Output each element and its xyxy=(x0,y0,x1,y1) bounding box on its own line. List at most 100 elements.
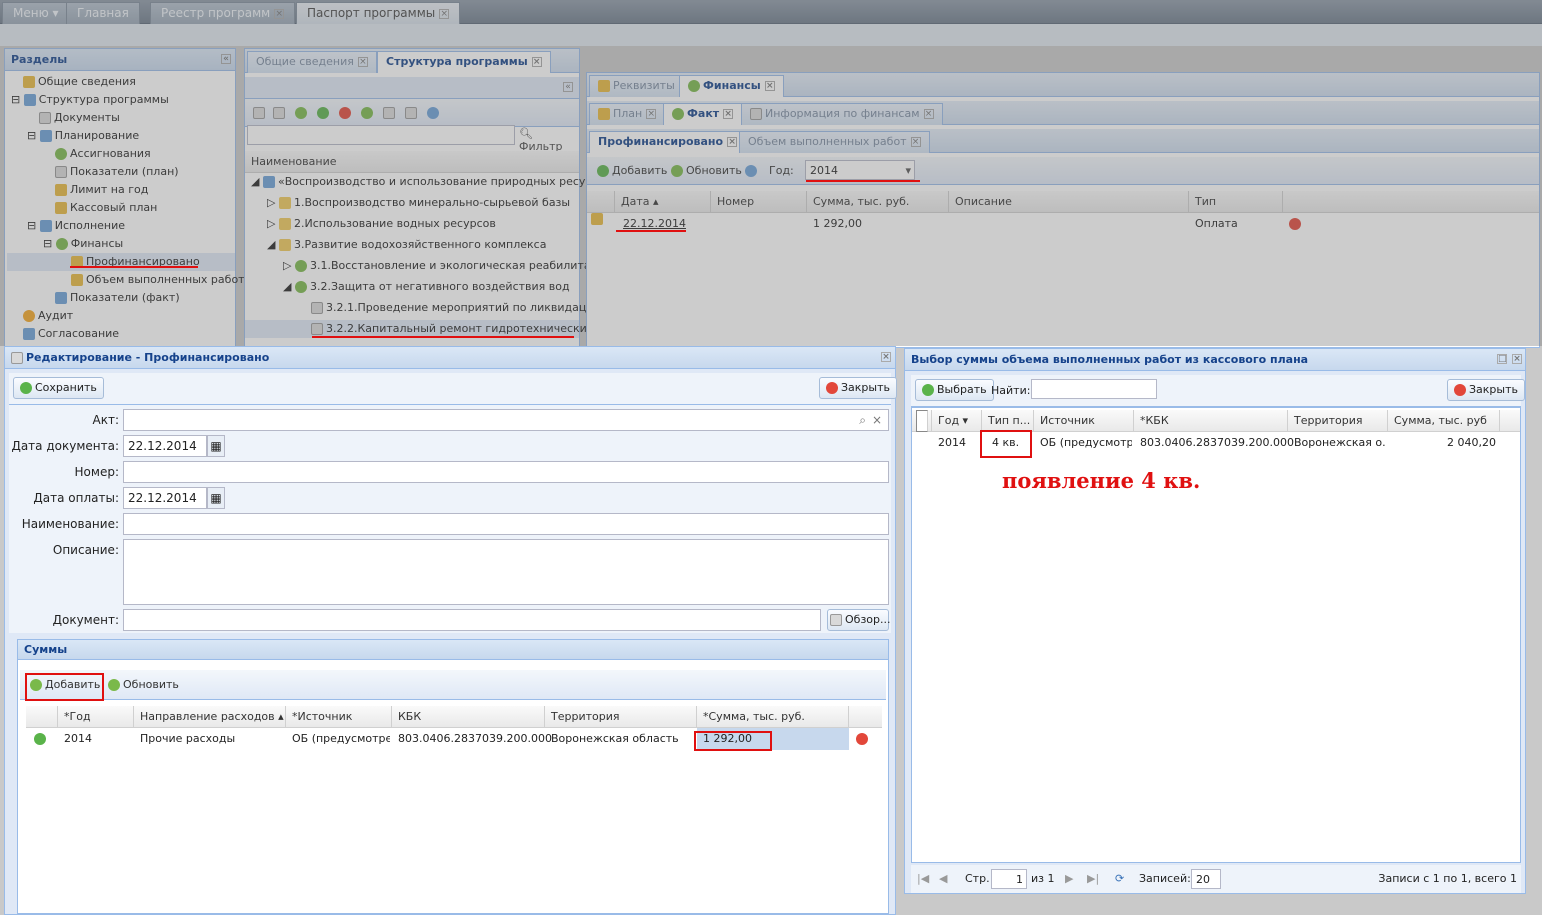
close-icon[interactable]: × xyxy=(764,81,775,91)
tab-fact[interactable]: Факт × xyxy=(663,103,743,125)
last-page-icon[interactable]: ▶| xyxy=(1087,865,1099,893)
first-page-icon[interactable]: |◀ xyxy=(917,865,929,893)
edit-icon[interactable] xyxy=(591,213,603,225)
tree-item-structure[interactable]: ⊟ Структура программы xyxy=(11,91,169,109)
delete-icon[interactable] xyxy=(339,107,351,119)
pay-date-field[interactable]: 22.12.2014 xyxy=(123,487,207,509)
tree-item-work-volume[interactable]: Объем выполненных работ xyxy=(71,271,245,289)
close-icon[interactable]: × xyxy=(910,137,921,147)
close-icon[interactable]: × xyxy=(274,8,285,19)
description-field[interactable] xyxy=(123,539,889,605)
close-icon[interactable]: × xyxy=(727,137,738,147)
structure-node[interactable]: ▷ 1.Воспроизводство минерально-сырьевой … xyxy=(267,194,570,212)
structure-node[interactable]: ◢ 3.2.Защита от негативного воздействия … xyxy=(283,278,570,296)
close-button[interactable]: Закрыть xyxy=(819,377,897,399)
calendar-icon[interactable]: ▦ xyxy=(207,487,225,509)
tree-item-allocations[interactable]: Ассигнования xyxy=(55,145,151,163)
tree-item-indicators-plan[interactable]: Показатели (план) xyxy=(55,163,179,181)
save-button[interactable]: Сохранить xyxy=(13,377,104,399)
tab-financed[interactable]: Профинансировано × xyxy=(589,131,747,153)
maximize-icon[interactable]: □ xyxy=(1497,354,1507,364)
filter-input[interactable] xyxy=(247,125,515,145)
structure-node[interactable]: ◢ «Воспроизводство и использование приро… xyxy=(251,173,618,191)
tab-structure[interactable]: Структура программы × xyxy=(377,51,551,73)
column-sum[interactable]: *Сумма, тыс. руб. xyxy=(697,706,849,728)
collapse-icon[interactable]: « xyxy=(563,82,573,92)
close-icon[interactable]: × xyxy=(646,109,657,119)
search-icon[interactable]: ⌕ xyxy=(859,410,866,430)
column-number[interactable]: Номер xyxy=(711,191,807,213)
add-row-icon[interactable] xyxy=(34,733,46,745)
refresh-icon[interactable] xyxy=(295,107,307,119)
menu-button[interactable]: Меню ▾ xyxy=(2,2,70,24)
document-field[interactable] xyxy=(123,609,821,631)
number-field[interactable] xyxy=(123,461,889,483)
select-all-checkbox[interactable] xyxy=(912,410,932,432)
chevron-down-icon[interactable]: ▾ xyxy=(905,161,911,181)
tree-item-audit[interactable]: Аудит xyxy=(23,307,73,325)
refresh-button[interactable]: Обновить xyxy=(671,164,742,177)
tree-item-documents[interactable]: Документы xyxy=(39,109,120,127)
next-page-icon[interactable]: ▶ xyxy=(1065,865,1073,893)
column-year[interactable]: *Год xyxy=(58,706,134,728)
close-icon[interactable]: × xyxy=(881,352,891,362)
tree-item-planning[interactable]: ⊟ Планирование xyxy=(27,127,139,145)
column-territory[interactable]: Территория xyxy=(545,706,697,728)
tree-item-execution[interactable]: ⊟ Исполнение xyxy=(27,217,125,235)
column-type[interactable]: Тип xyxy=(1189,191,1283,213)
column-description[interactable]: Описание xyxy=(949,191,1189,213)
tab-requisites[interactable]: Реквизиты xyxy=(589,75,684,97)
window-icon[interactable] xyxy=(405,107,417,119)
puzzle-icon[interactable] xyxy=(361,107,373,119)
sums-refresh-button[interactable]: Обновить xyxy=(108,678,179,691)
tab-work-volume[interactable]: Объем выполненных работ × xyxy=(739,131,930,153)
column-territory[interactable]: Территория xyxy=(1288,410,1388,432)
expand-icon[interactable] xyxy=(253,107,265,119)
close-icon[interactable]: × xyxy=(531,57,542,67)
tree-item-year-limit[interactable]: Лимит на год xyxy=(55,181,148,199)
doc-date-field[interactable]: 22.12.2014 xyxy=(123,435,207,457)
help-icon[interactable] xyxy=(745,165,757,177)
browse-button[interactable]: Обзор... xyxy=(827,609,891,631)
calendar-icon[interactable]: ▦ xyxy=(207,435,225,457)
find-input[interactable] xyxy=(1031,379,1157,399)
close-icon[interactable]: × xyxy=(923,109,934,119)
add-button[interactable]: Добавить xyxy=(597,164,667,177)
delete-icon[interactable] xyxy=(856,733,868,745)
refresh-icon[interactable]: ⟳ xyxy=(1115,865,1124,893)
year-select[interactable]: 2014 ▾ xyxy=(805,160,915,180)
tree-item-financed[interactable]: Профинансировано xyxy=(7,253,235,271)
page-input[interactable]: 1 xyxy=(991,869,1027,889)
name-field[interactable] xyxy=(123,513,889,535)
column-kbk[interactable]: *КБК xyxy=(1134,410,1288,432)
collapse-icon[interactable]: « xyxy=(221,54,231,64)
column-date[interactable]: Дата ▴ xyxy=(615,191,711,213)
help-icon[interactable] xyxy=(427,107,439,119)
clear-icon[interactable]: × xyxy=(872,410,882,430)
tree-item-finance[interactable]: ⊟ Финансы xyxy=(43,235,123,253)
tab-main[interactable]: Главная xyxy=(66,2,140,24)
close-icon[interactable]: × xyxy=(439,8,450,19)
act-field[interactable]: ⌕ × xyxy=(123,409,889,431)
structure-node[interactable]: 3.2.1.Проведение мероприятий по ликвидац… xyxy=(311,299,622,317)
structure-node[interactable]: ▷ 2.Использование водных ресурсов xyxy=(267,215,496,233)
filter-button[interactable]: 🔍︎ Фильтр xyxy=(519,127,579,153)
collapse-all-icon[interactable] xyxy=(273,107,285,119)
tree-item-approval[interactable]: Согласование xyxy=(23,325,119,343)
tab-passport[interactable]: Паспорт программы × xyxy=(296,2,461,24)
column-payment-type[interactable]: Тип п... xyxy=(982,410,1034,432)
column-direction[interactable]: Направление расходов ▴ xyxy=(134,706,286,728)
delete-icon[interactable] xyxy=(1289,218,1301,230)
structure-node[interactable]: ▷ 3.1.Восстановление и экологическая реа… xyxy=(283,257,622,275)
tab-finance[interactable]: Финансы × xyxy=(679,75,784,97)
column-sum[interactable]: Сумма, тыс. руб xyxy=(1388,410,1500,432)
close-icon[interactable]: × xyxy=(723,109,734,119)
tree-item-indicators-fact[interactable]: Показатели (факт) xyxy=(55,289,180,307)
close-icon[interactable]: × xyxy=(357,57,368,67)
tree-item-cash-plan[interactable]: Кассовый план xyxy=(55,199,157,217)
tab-registry[interactable]: Реестр программ × xyxy=(150,2,296,24)
table-icon[interactable] xyxy=(383,107,395,119)
column-kbk[interactable]: КБК xyxy=(392,706,545,728)
add-icon[interactable] xyxy=(317,107,329,119)
choose-button[interactable]: Выбрать xyxy=(915,379,994,401)
